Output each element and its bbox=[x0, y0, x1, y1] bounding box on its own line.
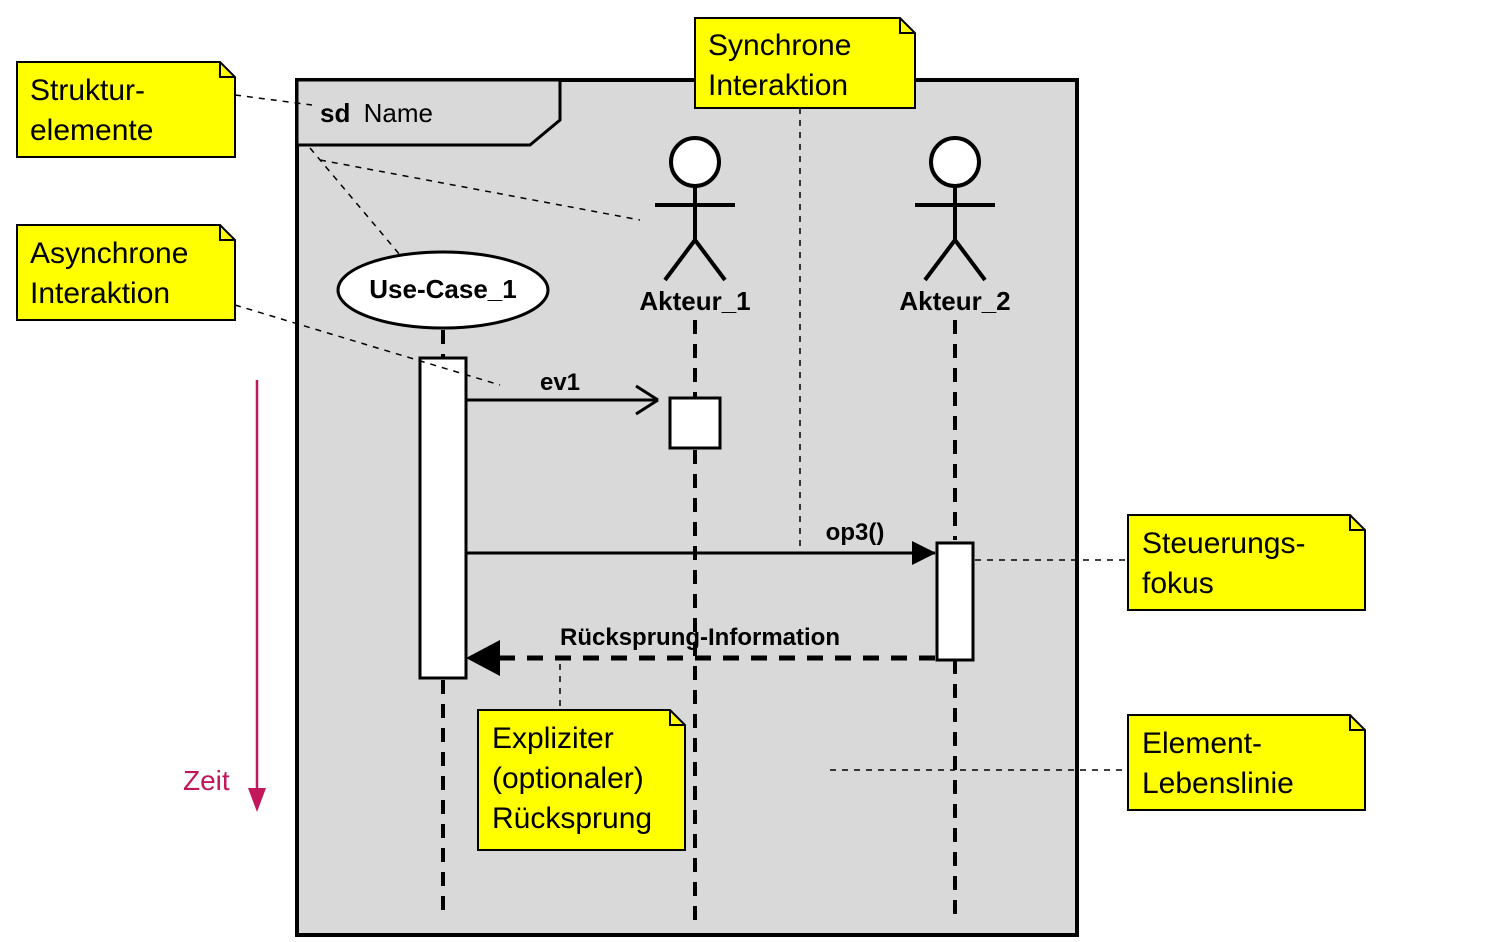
annotation-element-lifeline: Element- Lebenslinie bbox=[1128, 715, 1365, 810]
message-op3-label: op3() bbox=[826, 519, 885, 546]
actor-2-label: Akteur_2 bbox=[899, 286, 1010, 316]
usecase-activation bbox=[420, 358, 466, 678]
annotation-explicit-return: Expliziter (optionaler) Rücksprung bbox=[478, 710, 685, 850]
svg-text:Lebenslinie: Lebenslinie bbox=[1142, 767, 1294, 800]
actor-1-label: Akteur_1 bbox=[639, 286, 750, 316]
svg-text:Steuerungs-: Steuerungs- bbox=[1142, 527, 1305, 560]
time-axis-label: Zeit bbox=[183, 765, 230, 796]
annotation-sync-interaction: Synchrone Interaktion bbox=[695, 18, 915, 108]
frame-name: Name bbox=[364, 98, 433, 128]
svg-text:elemente: elemente bbox=[30, 114, 153, 147]
sd-prefix: sd bbox=[320, 98, 350, 128]
diagram-frame bbox=[297, 80, 1077, 935]
svg-text:Interaktion: Interaktion bbox=[708, 69, 848, 102]
svg-text:Synchrone: Synchrone bbox=[708, 29, 851, 62]
svg-text:Expliziter: Expliziter bbox=[492, 722, 614, 755]
message-ev1-label: ev1 bbox=[540, 369, 580, 396]
usecase-1-label: Use-Case_1 bbox=[369, 274, 516, 304]
svg-text:Asynchrone: Asynchrone bbox=[30, 237, 188, 270]
time-axis: Zeit bbox=[183, 380, 266, 812]
svg-text:sd Name: sd Name bbox=[320, 98, 433, 128]
svg-text:fokus: fokus bbox=[1142, 567, 1214, 600]
actor-2-activation bbox=[937, 543, 973, 660]
svg-text:Rücksprung: Rücksprung bbox=[492, 802, 652, 835]
annotation-control-focus: Steuerungs- fokus bbox=[1128, 515, 1365, 610]
sequence-diagram: sd Name Akteur_1 Akteur_2 Use-Case_1 bbox=[0, 0, 1489, 942]
svg-text:Struktur-: Struktur- bbox=[30, 74, 145, 107]
svg-text:Element-: Element- bbox=[1142, 727, 1262, 760]
svg-text:Interaktion: Interaktion bbox=[30, 277, 170, 310]
actor-1-event-box bbox=[670, 398, 720, 448]
annotation-structural-elements: Struktur- elemente bbox=[17, 62, 235, 157]
svg-text:(optionaler): (optionaler) bbox=[492, 762, 644, 795]
annotation-async-interaction: Asynchrone Interaktion bbox=[17, 225, 235, 320]
frame-header: sd Name bbox=[297, 80, 560, 145]
message-return-label: Rücksprung-Information bbox=[560, 624, 840, 651]
